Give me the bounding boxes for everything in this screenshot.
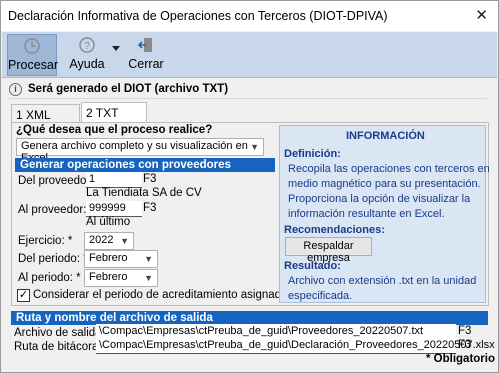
al-periodo-select[interactable]: Febrero ▼ <box>84 269 158 287</box>
definicion-title: Definición: <box>284 148 341 160</box>
al-proveedor-f3[interactable]: F3 <box>143 202 156 214</box>
ejercicio-select[interactable]: 2022 ▼ <box>84 232 134 250</box>
definicion-line: Proporciona la opción de visualizar la <box>288 193 471 205</box>
cerrar-label: Cerrar <box>128 57 164 71</box>
al-proveedor-label: Al proveedor: * <box>18 204 95 216</box>
definicion-line: Recopila las operaciones con terceros en <box>288 163 490 175</box>
al-proveedor-field[interactable]: 999999 <box>86 201 142 217</box>
procesar-label: Procesar <box>8 58 59 72</box>
acreditamiento-label: Considerar el periodo de acreditamiento … <box>33 289 288 301</box>
exit-door-icon <box>137 38 152 52</box>
help-glyph: ? <box>84 41 90 52</box>
info-title: INFORMACIÓN <box>346 130 425 142</box>
cerrar-button[interactable]: Cerrar <box>126 34 166 76</box>
obligatorio-note: * Obligatorio <box>426 353 495 365</box>
tab-txt-diot[interactable]: 2 TXT DIOT <box>81 102 147 134</box>
info-panel: INFORMACIÓN Definición: Recopila las ope… <box>279 125 490 303</box>
ayuda-label: Ayuda <box>69 57 105 71</box>
bitacora-f3[interactable]: F3 <box>458 339 471 351</box>
app-window: Declaración Informativa de Operaciones c… <box>0 0 499 373</box>
chevron-down-icon: ▼ <box>250 142 259 152</box>
archivo-salida-f3[interactable]: F3 <box>458 325 471 337</box>
procesar-button[interactable]: Procesar <box>7 34 59 76</box>
del-periodo-value: Febrero <box>89 252 128 264</box>
chevron-down-icon <box>112 46 120 51</box>
resultado-line: especificada. <box>288 290 353 302</box>
tab-xml-dpiva[interactable]: 1 XML DPIVA <box>11 104 80 136</box>
resultado-line: Archivo con extensión .txt en la unidad <box>288 275 477 287</box>
recomendaciones-title: Recomendaciones: <box>284 224 385 236</box>
respaldar-empresa-button[interactable]: Respaldar empresa <box>285 237 372 264</box>
ejercicio-label: Ejercicio: * <box>18 235 73 247</box>
definicion-line: información resultante en Excel. <box>288 208 445 220</box>
bitacora-label: Ruta de bitácora: * <box>14 341 110 353</box>
notice-text: Será generado el DIOT (archivo TXT) <box>28 83 229 95</box>
del-proveedor-f3[interactable]: F3 <box>143 173 156 185</box>
window-title: Declaración Informativa de Operaciones c… <box>8 9 388 23</box>
resultado-title: Resultado: <box>284 260 341 272</box>
chevron-down-icon: ▼ <box>120 236 129 246</box>
del-periodo-select[interactable]: Febrero ▼ <box>84 250 158 268</box>
notice-bar: i Será generado el DIOT (archivo TXT) <box>9 79 487 99</box>
al-proveedor-name: Al último <box>86 216 131 228</box>
al-periodo-value: Febrero <box>89 271 128 283</box>
question-label: ¿Qué desea que el proceso realice? <box>16 124 213 136</box>
process-option-select[interactable]: Genera archivo completo y su visualizaci… <box>16 138 264 164</box>
title-bar: Declaración Informativa de Operaciones c… <box>1 1 498 31</box>
bitacora-field[interactable]: \Compac\Empresas\ctPreuba_de_guid\Declar… <box>96 338 495 354</box>
ayuda-dropdown[interactable] <box>110 34 122 76</box>
ayuda-button[interactable]: ? Ayuda <box>64 34 110 76</box>
chevron-down-icon: ▼ <box>144 254 153 264</box>
toolbar: Procesar ? Ayuda Cerrar <box>2 32 497 78</box>
del-proveedor-field[interactable]: 1 <box>86 172 142 188</box>
info-icon: i <box>9 83 22 96</box>
chevron-down-icon: ▼ <box>144 273 153 283</box>
al-periodo-label: Al periodo: * <box>18 272 81 284</box>
ejercicio-value: 2022 <box>89 234 114 246</box>
help-icon: ? <box>79 37 95 53</box>
acreditamiento-checkbox[interactable]: ✓ <box>17 289 30 302</box>
definicion-line: medio magnético para su presentación. <box>288 178 481 190</box>
close-icon[interactable]: ✕ <box>475 6 488 24</box>
del-periodo-label: Del periodo: * <box>18 253 88 265</box>
del-proveedor-name: La Tiendiata SA de CV <box>86 187 202 199</box>
section-proveedores: Generar operaciones con proveedores <box>15 158 275 172</box>
section-archivo-salida: Ruta y nombre del archivo de salida <box>11 311 488 325</box>
clock-icon <box>24 38 40 54</box>
